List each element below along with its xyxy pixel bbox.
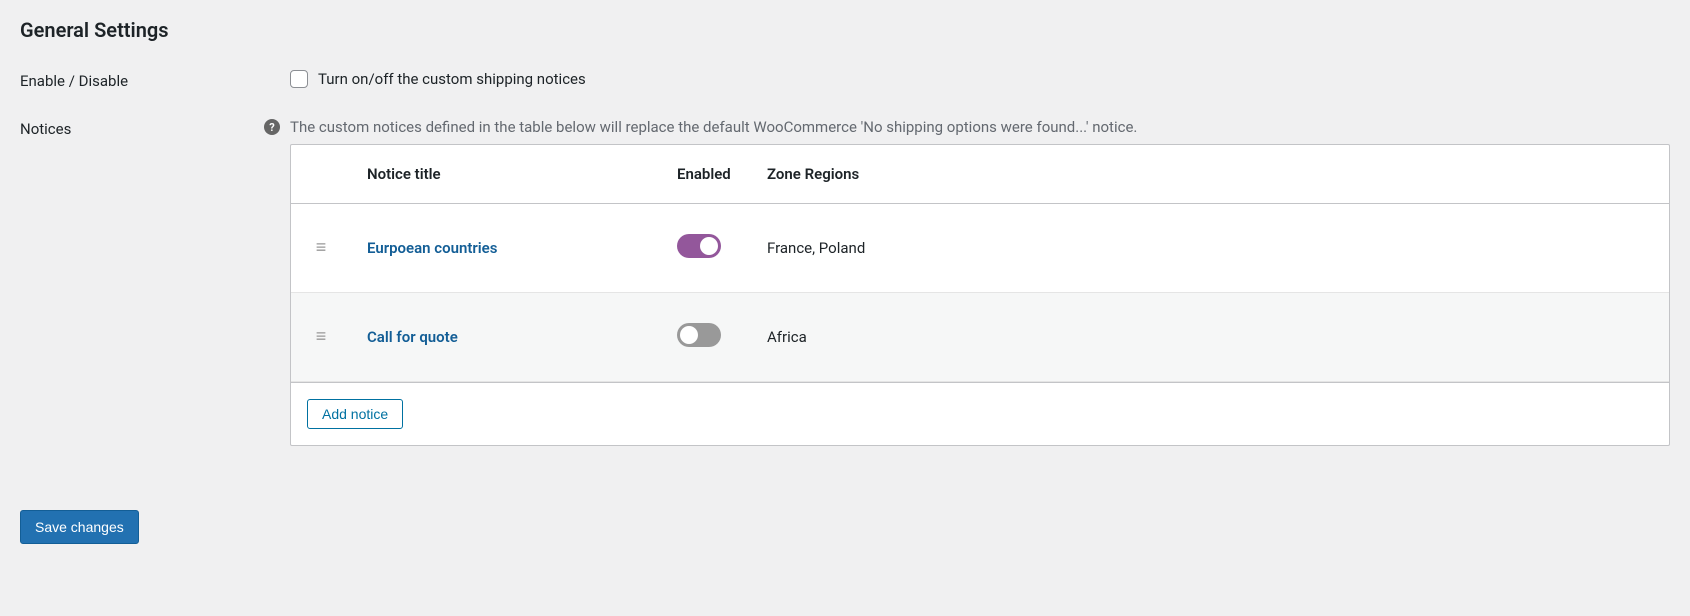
enable-checkbox-wrap[interactable]: Turn on/off the custom shipping notices <box>290 70 1670 88</box>
save-button[interactable]: Save changes <box>20 510 139 544</box>
enable-checkbox[interactable] <box>290 70 308 88</box>
enabled-toggle[interactable] <box>677 234 721 258</box>
table-footer: Add notice <box>291 382 1669 445</box>
zone-cell: Africa <box>751 293 1669 382</box>
notices-label: Notices <box>20 118 290 138</box>
header-title: Notice title <box>351 145 661 204</box>
notice-title-link[interactable]: Call for quote <box>367 328 458 346</box>
zone-cell: France, Poland <box>751 204 1669 293</box>
table-row: ≡ Call for quote Africa <box>291 293 1669 382</box>
notices-help-text: The custom notices defined in the table … <box>290 118 1137 136</box>
help-icon[interactable]: ? <box>264 119 280 135</box>
header-enabled: Enabled <box>661 145 751 204</box>
notices-table: Notice title Enabled Zone Regions ≡ Eurp… <box>291 145 1669 382</box>
header-drag <box>291 145 351 204</box>
drag-handle-icon[interactable]: ≡ <box>316 239 327 257</box>
table-row: ≡ Eurpoean countries France, Poland <box>291 204 1669 293</box>
enable-disable-row: Enable / Disable Turn on/off the custom … <box>20 70 1670 90</box>
add-notice-button[interactable]: Add notice <box>307 399 403 429</box>
header-zone: Zone Regions <box>751 145 1669 204</box>
notice-title-link[interactable]: Eurpoean countries <box>367 239 497 257</box>
enabled-toggle[interactable] <box>677 323 721 347</box>
page-title: General Settings <box>20 18 1670 42</box>
notices-row: Notices ? The custom notices defined in … <box>20 118 1670 446</box>
table-header-row: Notice title Enabled Zone Regions <box>291 145 1669 204</box>
enable-disable-label: Enable / Disable <box>20 70 290 90</box>
drag-handle-icon[interactable]: ≡ <box>316 328 327 346</box>
enable-checkbox-label: Turn on/off the custom shipping notices <box>318 70 586 88</box>
notices-help-row: ? The custom notices defined in the tabl… <box>264 118 1670 136</box>
notices-panel: Notice title Enabled Zone Regions ≡ Eurp… <box>290 144 1670 446</box>
